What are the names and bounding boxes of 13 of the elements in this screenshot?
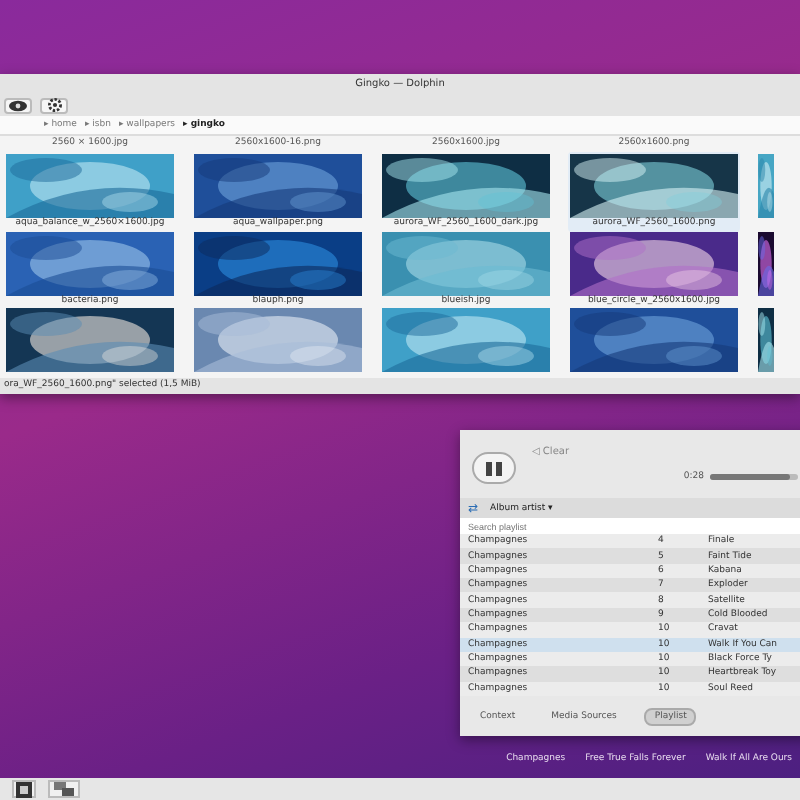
pause-button[interactable] — [472, 452, 516, 484]
square-icon — [16, 781, 32, 797]
thumbnail[interactable] — [756, 229, 776, 301]
task-button[interactable] — [48, 780, 80, 798]
thumbnail[interactable] — [756, 306, 776, 378]
eye-icon — [8, 99, 28, 111]
windows-icon — [54, 782, 74, 796]
settings-icon — [47, 98, 61, 112]
launcher-button[interactable] — [12, 780, 36, 798]
thumbnail[interactable] — [756, 152, 776, 224]
pause-icon — [486, 461, 502, 475]
view-button[interactable] — [4, 97, 32, 113]
settings-button[interactable] — [40, 97, 68, 113]
